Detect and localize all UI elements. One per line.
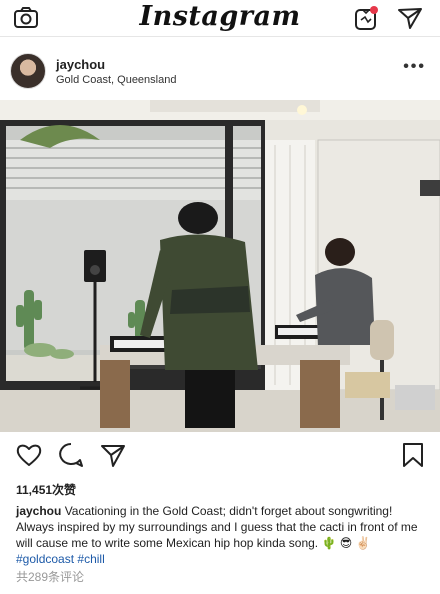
comment-icon[interactable] xyxy=(56,440,86,475)
avatar[interactable] xyxy=(10,53,46,89)
share-icon[interactable] xyxy=(98,440,128,475)
igtv-icon[interactable] xyxy=(352,4,380,37)
post-username[interactable]: jaychou xyxy=(56,57,105,72)
hashtag-goldcoast[interactable]: #goldcoast xyxy=(16,552,74,566)
caption-emoji: 🌵 😎 ✌🏻 xyxy=(321,536,371,550)
hashtag-chill[interactable]: #chill xyxy=(77,552,104,566)
post-photo[interactable] xyxy=(0,100,440,432)
post-caption: jaychou Vacationing in the Gold Coast; d… xyxy=(16,503,428,567)
post-actions xyxy=(0,440,440,474)
post-location[interactable]: Gold Coast, Queensland xyxy=(56,74,176,86)
post-header: jaychou Gold Coast, Queensland ••• xyxy=(0,44,440,100)
more-options-icon[interactable]: ••• xyxy=(403,58,426,76)
top-bar: Instagram xyxy=(0,0,440,37)
heart-icon[interactable] xyxy=(14,440,44,475)
photo-icon xyxy=(0,100,440,432)
view-comments-link[interactable]: 共289条评论 xyxy=(16,568,84,585)
caption-username[interactable]: jaychou xyxy=(16,504,61,518)
bookmark-icon[interactable] xyxy=(398,440,428,475)
direct-message-icon[interactable] xyxy=(396,4,424,37)
likes-count[interactable]: 11,451次赞 xyxy=(16,481,76,498)
